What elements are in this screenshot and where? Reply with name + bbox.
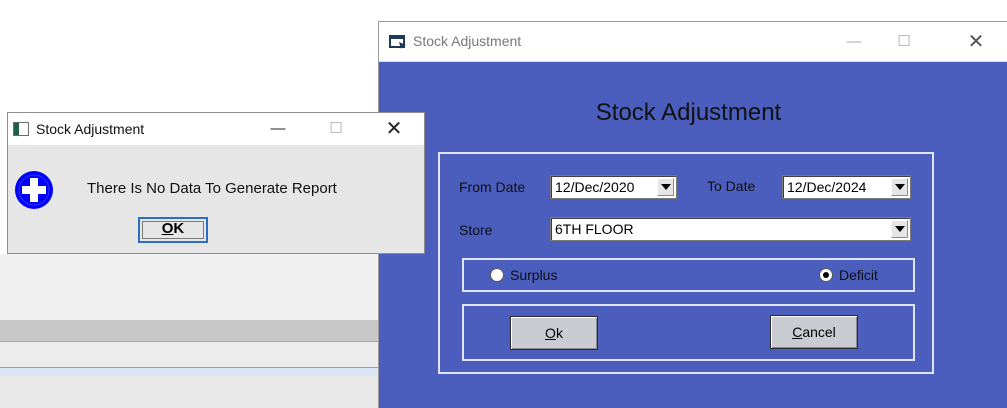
background-toolbar (0, 320, 380, 342)
dialog-titlebar[interactable]: Stock Adjustment — ☐ ✕ (8, 113, 424, 145)
cancel-button[interactable]: Cancel (770, 315, 858, 349)
close-button[interactable]: ✕ (953, 22, 999, 62)
surplus-radio[interactable]: Surplus (490, 267, 557, 283)
dialog-ok-button[interactable]: OK (138, 217, 208, 243)
radio-button-icon[interactable] (490, 268, 504, 282)
from-date-combo[interactable]: 12/Dec/2020 (550, 175, 677, 199)
from-date-label: From Date (459, 179, 526, 195)
store-label: Store (459, 222, 493, 238)
from-date-value: 12/Dec/2020 (555, 179, 635, 195)
dialog-message: There Is No Data To Generate Report (87, 180, 337, 197)
radio-selected-icon[interactable] (819, 268, 833, 282)
minimize-button[interactable]: — (831, 22, 877, 62)
cancel-button-label: ancel (802, 324, 836, 340)
deficit-label: Deficit (839, 267, 878, 283)
minimize-button[interactable]: — (258, 113, 298, 145)
chevron-down-icon[interactable] (891, 178, 908, 196)
action-button-frame: Ok Cancel (462, 304, 915, 361)
app-window-icon (389, 35, 406, 49)
cancel-mnemonic: C (792, 324, 803, 340)
deficit-radio[interactable]: Deficit (819, 267, 878, 283)
to-date-value: 12/Dec/2024 (787, 179, 867, 195)
adjustment-type-group: Surplus Deficit (462, 258, 915, 292)
maximize-button[interactable]: ☐ (881, 22, 927, 62)
to-date-label: To Date (707, 178, 756, 194)
window-titlebar[interactable]: Stock Adjustment — ☐ ✕ (379, 22, 1007, 62)
store-value: 6TH FLOOR (555, 221, 634, 237)
chevron-down-icon[interactable] (891, 220, 908, 238)
close-button[interactable]: ✕ (374, 113, 414, 145)
store-combo[interactable]: 6TH FLOOR (550, 217, 911, 241)
app-window-icon (13, 122, 29, 136)
ok-button-label: k (555, 325, 563, 341)
background-input-bar (0, 342, 380, 368)
ok-button-label: K (173, 220, 185, 237)
maximize-button[interactable]: ☐ (316, 113, 356, 145)
surplus-label: Surplus (510, 267, 558, 283)
ok-mnemonic: O (545, 325, 556, 341)
background-divider (0, 368, 380, 376)
message-dialog: Stock Adjustment — ☐ ✕ There Is No Data … (7, 112, 425, 254)
stock-adjustment-window: Stock Adjustment — ☐ ✕ Stock Adjustment … (378, 21, 1007, 408)
info-plus-icon (15, 171, 53, 209)
background-app-area (0, 254, 380, 320)
dialog-title: Stock Adjustment (36, 121, 145, 137)
background-panel (0, 376, 380, 408)
form-heading: Stock Adjustment (595, 99, 782, 126)
ok-button[interactable]: Ok (510, 316, 598, 350)
to-date-combo[interactable]: 12/Dec/2024 (782, 175, 911, 199)
ok-mnemonic: O (161, 220, 174, 237)
window-title: Stock Adjustment (413, 33, 522, 49)
chevron-down-icon[interactable] (657, 178, 674, 196)
